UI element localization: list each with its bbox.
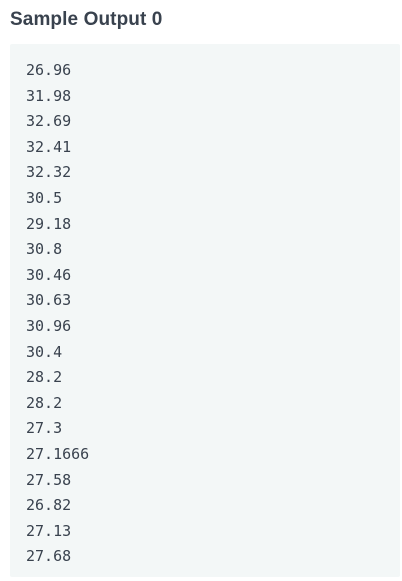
sample-output-section: Sample Output 0 26.96 31.98 32.69 32.41 … <box>0 0 402 581</box>
output-line: 28.2 <box>26 393 63 412</box>
output-line: 32.69 <box>26 112 72 131</box>
output-line: 32.32 <box>26 163 72 182</box>
output-line: 28.2 <box>26 368 63 387</box>
output-line: 27.58 <box>26 470 72 489</box>
output-line: 27.13 <box>26 521 72 540</box>
output-lines: 26.96 31.98 32.69 32.41 32.32 30.5 29.18… <box>26 58 89 570</box>
output-line: 27.1666 <box>26 444 90 463</box>
output-code-block[interactable]: 26.96 31.98 32.69 32.41 32.32 30.5 29.18… <box>10 44 400 577</box>
output-line: 30.8 <box>26 240 63 259</box>
output-line: 26.96 <box>26 61 72 79</box>
output-line: 30.96 <box>26 316 72 335</box>
output-line: 27.68 <box>26 547 72 566</box>
output-line: 29.18 <box>26 214 72 233</box>
output-line: 30.63 <box>26 291 72 310</box>
output-line: 32.41 <box>26 137 72 156</box>
output-line: 27.3 <box>26 419 63 438</box>
output-line: 30.46 <box>26 265 72 284</box>
output-line: 30.5 <box>26 188 63 207</box>
output-line: 26.82 <box>26 496 72 515</box>
output-line: 30.4 <box>26 342 63 361</box>
section-title: Sample Output 0 <box>10 9 163 30</box>
output-line: 31.98 <box>26 86 72 105</box>
